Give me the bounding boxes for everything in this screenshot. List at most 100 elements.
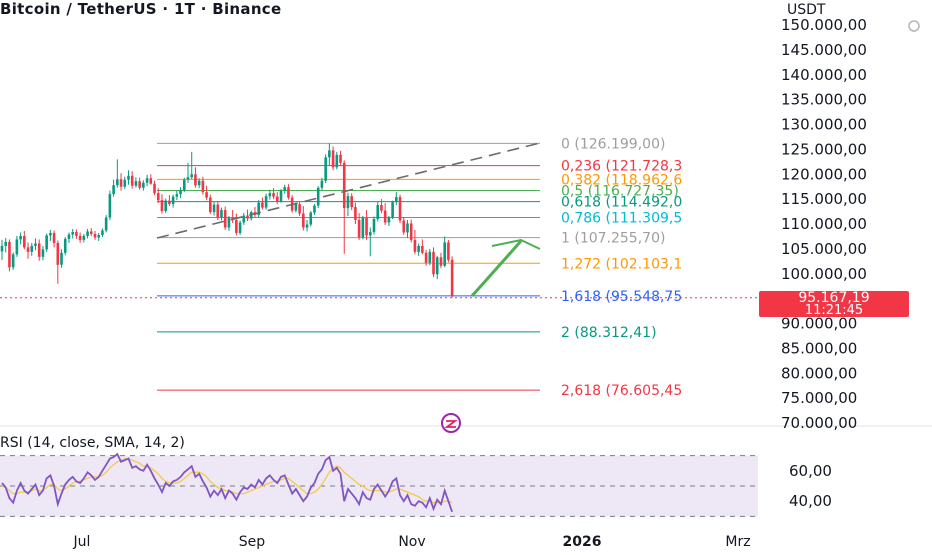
candle-body — [435, 257, 439, 275]
candle-body — [361, 218, 365, 238]
candle-body — [302, 213, 305, 228]
y-tick-label: 100.000,00 — [781, 265, 867, 283]
fib-label: 1,272 (102.103,1 — [561, 256, 682, 272]
candle-body — [395, 197, 398, 203]
candle-body — [294, 204, 298, 211]
candle-body — [168, 200, 171, 205]
candle-body — [223, 210, 227, 228]
candle-body — [287, 187, 290, 198]
candle-body — [376, 205, 380, 220]
candle-body — [108, 194, 112, 218]
candle-body — [37, 243, 41, 257]
fib-label: 2 (88.312,41) — [561, 325, 657, 341]
candle-body — [26, 247, 30, 252]
candle-body — [71, 231, 74, 235]
candle-body — [182, 179, 186, 191]
candle-body — [86, 231, 89, 236]
candle-body — [428, 251, 432, 263]
candle-body — [424, 252, 428, 263]
candle-body — [406, 223, 409, 233]
candle-body — [123, 179, 127, 187]
y-tick-label: 145.000,00 — [781, 41, 867, 59]
y-tick-label: 150.000,00 — [781, 16, 867, 34]
x-tick-label: Mrz — [725, 534, 750, 550]
candle-body — [205, 192, 208, 198]
candle-body — [41, 249, 45, 257]
candle-body — [368, 231, 372, 236]
candle-body — [324, 157, 327, 181]
candle-countdown: 11:21:45 — [804, 303, 864, 318]
y-tick-label: 130.000,00 — [781, 116, 867, 134]
rsi-tick-label: 60,00 — [789, 462, 832, 480]
candlestick-chart[interactable]: 0 (126.199,00)0,236 (121.728,30,382 (118… — [0, 0, 932, 550]
fib-label: 2,618 (76.605,45 — [561, 383, 682, 399]
candle-body — [160, 200, 164, 212]
candle-body — [119, 179, 123, 187]
candle-body — [186, 177, 190, 180]
candle-body — [67, 234, 71, 239]
candle-body — [209, 197, 212, 213]
candle-body — [298, 204, 301, 214]
candle-body — [380, 205, 383, 211]
candle-body — [313, 205, 316, 213]
candle-body — [216, 204, 220, 218]
candle-body — [30, 245, 34, 252]
candle-body — [138, 181, 141, 188]
rsi-title: RSI (14, close, SMA, 14, 2) — [0, 435, 185, 451]
candle-body — [149, 178, 153, 184]
candle-body — [201, 180, 205, 193]
candle-body — [49, 232, 52, 236]
candle-body — [156, 193, 160, 201]
candle-body — [450, 259, 454, 296]
candle-body — [261, 202, 264, 208]
candle-body — [275, 196, 279, 202]
candle-body — [78, 235, 82, 240]
fib-label: 1,618 (95.548,75 — [561, 289, 682, 305]
x-tick-label: 2026 — [563, 534, 602, 550]
chart-title: Bitcoin / TetherUS · 1T · Binance — [0, 0, 282, 18]
candle-body — [82, 235, 86, 240]
x-tick-label: Sep — [239, 534, 266, 550]
current-price-tag: 95.167,19 11:21:45 — [759, 291, 909, 317]
candle-body — [320, 180, 324, 188]
candle-body — [402, 220, 406, 233]
candle-body — [56, 242, 60, 265]
candle-body — [45, 235, 48, 250]
candle-body — [4, 241, 8, 246]
candle-body — [134, 181, 138, 186]
fib-label: 1 (107.255,70) — [561, 231, 665, 247]
candle-body — [112, 185, 115, 195]
y-tick-label: 85.000,00 — [781, 339, 857, 357]
candle-body — [354, 207, 357, 221]
settings-icon[interactable] — [906, 18, 922, 39]
candle-body — [309, 212, 313, 225]
candle-body — [164, 200, 167, 212]
chart-stage[interactable]: 0 (126.199,00) 0,236 (121.728,3 0,382 (118… — [0, 0, 932, 550]
candle-body — [75, 231, 78, 236]
candle-body — [357, 220, 361, 238]
y-tick-label: 135.000,00 — [781, 91, 867, 109]
candle-body — [372, 219, 376, 232]
candle-body — [97, 234, 101, 238]
candle-body — [235, 220, 238, 233]
candle-body — [432, 251, 435, 275]
candle-body — [34, 243, 37, 246]
candle-body — [387, 217, 391, 223]
candle-body — [413, 239, 417, 252]
candle-body — [175, 194, 179, 197]
candle-body — [398, 197, 402, 221]
candle-body — [346, 196, 350, 209]
candle-body — [194, 174, 197, 186]
candle-body — [279, 190, 283, 202]
x-tick-label: Jul — [73, 534, 91, 550]
candle-body — [127, 175, 130, 180]
candle-body — [409, 223, 413, 240]
candle-body — [447, 242, 450, 260]
candle-body — [190, 174, 194, 178]
candle-body — [116, 179, 119, 186]
candles — [0, 143, 454, 298]
candle-body — [227, 218, 231, 228]
y-tick-label: 110.000,00 — [781, 215, 867, 233]
y-tick-label: 105.000,00 — [781, 240, 867, 258]
x-tick-label: Nov — [398, 534, 425, 550]
